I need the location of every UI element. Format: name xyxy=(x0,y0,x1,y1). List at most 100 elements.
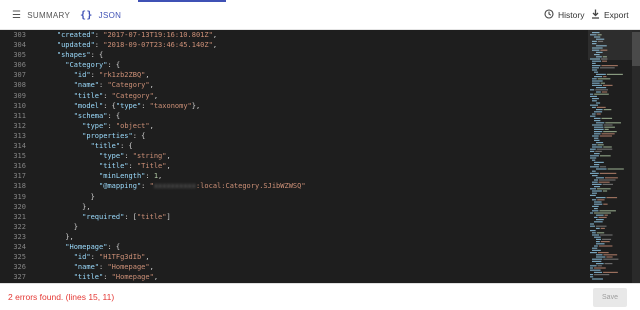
code-line[interactable]: 315 "type": "string", xyxy=(0,151,588,161)
code-token: : xyxy=(141,182,150,191)
minimap-token xyxy=(594,117,601,119)
code-line[interactable]: 308 "name": "Category", xyxy=(0,80,588,90)
code-line[interactable]: 325 "id": "H1TFg3dIb", xyxy=(0,252,588,262)
minimap-token xyxy=(592,106,596,108)
minimap-token xyxy=(594,208,598,210)
code-line[interactable]: 309 "title": "Category", xyxy=(0,91,588,101)
code-line[interactable]: 319 } xyxy=(0,192,588,202)
code-line[interactable]: 307 "id": "rk1zb2ZBQ", xyxy=(0,70,588,80)
code-line[interactable]: 318 "@mapping": "xxxxxxxxxx:local:Catego… xyxy=(0,181,588,191)
code-token: "Category" xyxy=(65,61,108,70)
code-line[interactable]: 324 "Homepage": { xyxy=(0,242,588,252)
code-lines[interactable]: 303 "created": "2017-07-13T19:16:10.801Z… xyxy=(0,30,588,283)
code-line[interactable]: 310 "model": {"type": "taxonomy"}, xyxy=(0,101,588,111)
minimap-token xyxy=(604,214,608,216)
code-token: "title" xyxy=(73,273,104,282)
code-line[interactable]: 327 "title": "Homepage", xyxy=(0,272,588,282)
minimap-token xyxy=(592,144,597,146)
line-number: 310 xyxy=(13,101,26,110)
code-token: : xyxy=(94,31,104,39)
minimap-token xyxy=(590,265,597,267)
minimap-token xyxy=(590,194,596,196)
code-line[interactable]: 306 "Category": { xyxy=(0,60,588,70)
minimap-token xyxy=(597,144,604,146)
code-token: : xyxy=(90,253,100,262)
minimap-token xyxy=(594,76,603,78)
line-number: 325 xyxy=(13,253,26,262)
code-line[interactable]: 313 "properties": { xyxy=(0,131,588,141)
minimap-viewport[interactable] xyxy=(588,30,632,60)
code-line[interactable]: 304 "updated": "2018-09-07T23:46:45.140Z… xyxy=(0,40,588,50)
code-line[interactable]: 316 "title": "Title", xyxy=(0,161,588,171)
line-number: 327 xyxy=(13,273,26,282)
json-code-editor[interactable]: 303 "created": "2017-07-13T19:16:10.801Z… xyxy=(0,30,640,283)
minimap-token xyxy=(592,190,602,192)
minimap-token xyxy=(592,146,603,148)
minimap-token xyxy=(603,76,607,78)
code-token: , xyxy=(149,263,154,272)
editor-scrollbar-track[interactable] xyxy=(632,30,640,283)
history-label: History xyxy=(558,10,585,20)
minimap-token xyxy=(596,256,606,258)
code-line[interactable]: 311 "schema": { xyxy=(0,111,588,121)
minimap-token xyxy=(603,258,619,260)
minimap-token xyxy=(596,106,606,108)
code-line[interactable]: 321 "required": ["title"] xyxy=(0,212,588,222)
minimap-token xyxy=(594,71,599,73)
code-token: "id" xyxy=(73,71,91,80)
save-button[interactable]: Save xyxy=(593,288,627,307)
editor-minimap[interactable] xyxy=(588,30,632,283)
minimap-token xyxy=(598,245,613,247)
editor-scrollbar-thumb[interactable] xyxy=(632,32,640,66)
minimap-token xyxy=(594,267,606,269)
code-line[interactable]: 320 }, xyxy=(0,202,588,212)
code-line[interactable]: 317 "minLength": 1, xyxy=(0,171,588,181)
minimap-token xyxy=(594,201,602,203)
code-token: }, xyxy=(40,202,91,211)
code-line[interactable]: 305 "shapes": { xyxy=(0,50,588,60)
minimap-token xyxy=(602,84,613,86)
minimap-token xyxy=(603,146,612,148)
minimap-token xyxy=(592,249,601,251)
error-message: 2 errors found. (lines 15, 11) xyxy=(8,292,115,302)
minimap-token xyxy=(592,69,598,71)
tab-json[interactable]: {} JSON xyxy=(80,0,121,30)
code-line[interactable]: 303 "created": "2017-07-13T19:16:10.801Z… xyxy=(0,30,588,40)
code-line[interactable]: 322 } xyxy=(0,222,588,232)
code-token: , xyxy=(212,41,218,50)
line-code: "required": ["title"] xyxy=(26,212,171,222)
minimap-token xyxy=(601,91,608,93)
code-line[interactable]: 312 "type": "object", xyxy=(0,121,588,131)
code-token: "created" xyxy=(56,31,95,39)
active-tab-indicator xyxy=(138,0,226,2)
export-button[interactable]: Export xyxy=(591,0,629,30)
code-token: : xyxy=(103,273,112,282)
code-line[interactable]: 326 "name": "Homepage", xyxy=(0,262,588,272)
line-number: 312 xyxy=(13,121,26,130)
history-button[interactable]: History xyxy=(544,0,584,30)
minimap-token xyxy=(590,212,594,214)
minimap-token xyxy=(602,183,613,185)
code-token: : xyxy=(107,121,116,130)
code-token: : xyxy=(128,162,137,171)
line-code: "updated": "2018-09-07T23:46:45.140Z", xyxy=(26,40,217,50)
code-token: "Homepage" xyxy=(65,242,108,251)
code-line[interactable]: 323 }, xyxy=(0,232,588,242)
code-token: "required" xyxy=(82,212,125,221)
line-number: 317 xyxy=(13,172,26,181)
tab-summary[interactable]: ☰ SUMMARY xyxy=(12,0,70,30)
code-token: : { xyxy=(107,61,121,70)
tab-summary-label: SUMMARY xyxy=(27,10,71,20)
code-token: , xyxy=(212,31,218,39)
minimap-token xyxy=(597,78,611,80)
code-line[interactable]: 314 "title": { xyxy=(0,141,588,151)
minimap-token xyxy=(594,245,598,247)
minimap-token xyxy=(590,276,594,278)
code-token: "string" xyxy=(132,152,167,161)
minimap-token xyxy=(603,131,617,133)
code-token: : xyxy=(145,172,154,181)
